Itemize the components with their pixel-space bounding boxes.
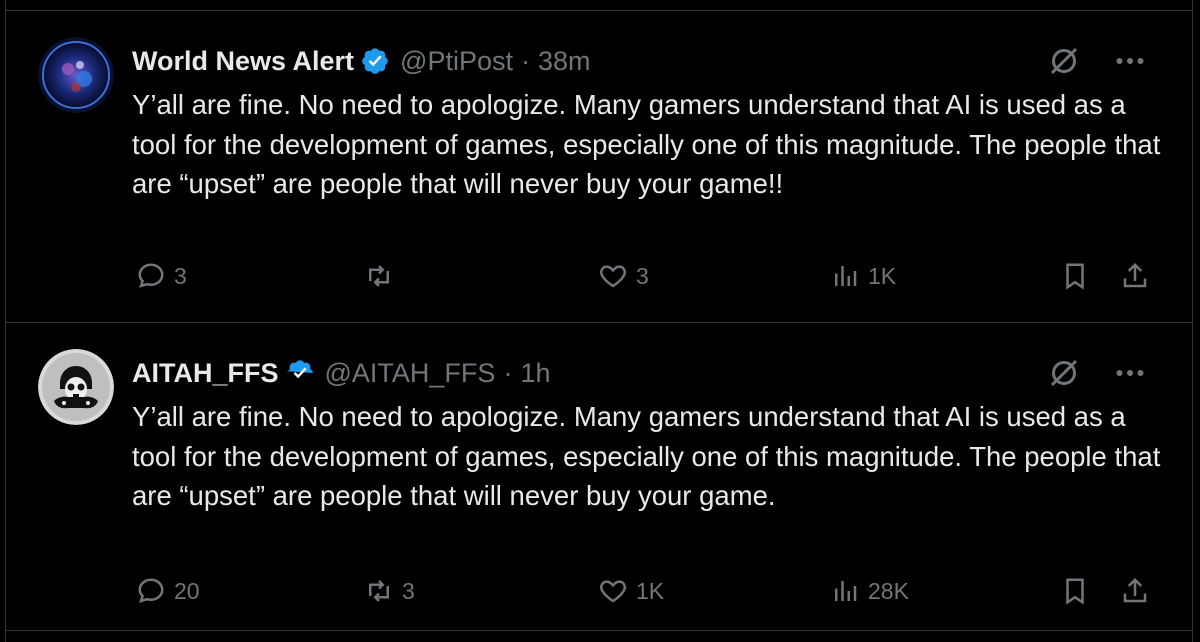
views-button[interactable]: 1K <box>830 261 896 291</box>
share-icon <box>1123 577 1147 603</box>
skull-gamer-avatar-icon <box>38 349 114 425</box>
grok-icon[interactable] <box>1046 43 1082 79</box>
timestamp[interactable]: 38m <box>538 46 591 77</box>
share-button[interactable] <box>1120 261 1158 291</box>
reply-count: 3 <box>174 262 187 289</box>
bookmark-icon <box>1066 263 1084 290</box>
heart-icon <box>600 265 626 288</box>
reply-icon <box>138 578 164 603</box>
more-options-icon[interactable] <box>1112 355 1148 391</box>
reply-button[interactable]: 20 <box>136 576 200 606</box>
retweet-count: 3 <box>402 577 415 604</box>
separator: · <box>503 357 513 388</box>
more-options-icon[interactable] <box>1112 43 1148 79</box>
bookmark-button[interactable] <box>1060 576 1098 606</box>
views-count: 28K <box>868 577 909 604</box>
retweet-button[interactable]: 3 <box>364 576 415 606</box>
bookmark-button[interactable] <box>1060 261 1098 291</box>
views-chart-icon <box>835 266 857 286</box>
display-name[interactable]: AITAH_FFS <box>132 358 279 389</box>
avatar[interactable] <box>38 37 114 113</box>
heart-icon <box>600 580 626 603</box>
like-count: 1K <box>636 577 665 604</box>
tweet-top-actions <box>1046 43 1148 79</box>
reply-icon <box>138 263 164 288</box>
verified-badge-icon <box>362 48 388 74</box>
verified-badge-icon <box>286 360 313 379</box>
tweet-actions: 20 3 1K 28K <box>132 576 1162 616</box>
retweet-icon <box>369 580 389 602</box>
retweet-button[interactable] <box>364 261 402 291</box>
views-button[interactable]: 28K <box>830 576 909 606</box>
timeline: World News Alert @PtiPost · 38m Y’all ar… <box>5 0 1193 642</box>
tweet-top-actions <box>1046 355 1148 391</box>
reply-button[interactable]: 3 <box>136 261 187 291</box>
like-button[interactable]: 3 <box>598 261 649 291</box>
share-icon <box>1123 262 1147 288</box>
share-button[interactable] <box>1120 576 1158 606</box>
avatar[interactable] <box>38 349 114 425</box>
tweet-text: Y’all are fine. No need to apologize. Ma… <box>132 401 1161 511</box>
tweet-text: Y’all are fine. No need to apologize. Ma… <box>132 89 1161 199</box>
separator: · <box>521 45 530 76</box>
bookmark-icon <box>1066 578 1084 605</box>
reply-count: 20 <box>174 577 200 604</box>
grok-icon[interactable] <box>1046 355 1082 391</box>
views-chart-icon <box>835 581 857 601</box>
blue-globe-avatar-icon <box>38 37 114 113</box>
tweet-actions: 3 3 1K <box>132 261 1162 301</box>
like-count: 3 <box>636 262 649 289</box>
tweet[interactable]: World News Alert @PtiPost · 38m Y’all ar… <box>6 10 1192 323</box>
display-name[interactable]: World News Alert <box>132 46 354 77</box>
user-handle[interactable]: @AITAH_FFS <box>325 358 496 389</box>
tweet-header: World News Alert @PtiPost · 38m <box>132 41 591 81</box>
timestamp[interactable]: 1h <box>520 358 550 389</box>
like-button[interactable]: 1K <box>598 576 664 606</box>
user-handle[interactable]: @PtiPost <box>400 46 513 77</box>
retweet-icon <box>369 265 389 287</box>
views-count: 1K <box>868 262 897 289</box>
tweet-header: AITAH_FFS @AITAH_FFS · 1h <box>132 353 550 393</box>
tweet[interactable]: AITAH_FFS @AITAH_FFS · 1h Y’all are fine… <box>6 323 1192 631</box>
